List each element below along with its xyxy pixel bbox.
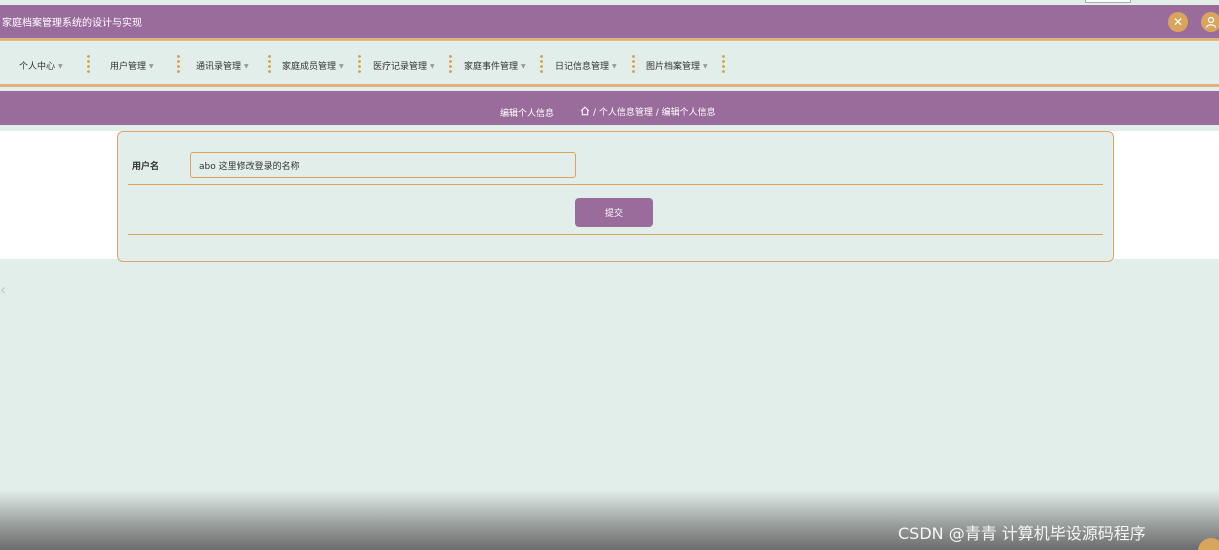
nav-item-photo-archive[interactable]: 图片档案管理 ▼: [646, 59, 708, 72]
nav-item-medical-records[interactable]: 医疗记录管理 ▼: [373, 59, 435, 72]
chevron-down-icon: ▼: [149, 63, 154, 70]
chevron-down-icon: ▼: [703, 63, 708, 70]
nav-separator: [722, 54, 725, 74]
nav-separator: [449, 54, 452, 74]
breadcrumb-bar: 编辑个人信息 / 个人信息管理 / 编辑个人信息: [0, 91, 1219, 125]
user-icon[interactable]: [1201, 12, 1219, 32]
main-nav: 个人中心 ▼ 用户管理 ▼ 通讯录管理 ▼ 家庭成员管理 ▼ 医疗记录管理 ▼ 家庭事件管…: [0, 40, 1219, 87]
nav-separator: [177, 54, 180, 74]
breadcrumb-path[interactable]: / 个人信息管理 / 编辑个人信息: [593, 108, 716, 118]
username-input[interactable]: [190, 152, 576, 178]
chevron-down-icon: ▼: [58, 63, 63, 70]
chevron-down-icon: ▼: [521, 63, 526, 70]
chevron-down-icon: ▼: [339, 63, 344, 70]
top-header-bar: 家庭档案管理系统的设计与实现 ✕: [0, 5, 1219, 38]
chevron-down-icon: ▼: [430, 63, 435, 70]
nav-item-family-members[interactable]: 家庭成员管理 ▼: [282, 59, 344, 72]
nav-separator: [632, 54, 635, 74]
nav-item-diary[interactable]: 日记信息管理 ▼: [555, 59, 617, 72]
chevron-left-icon[interactable]: ‹: [0, 280, 6, 299]
breadcrumb: / 个人信息管理 / 编辑个人信息: [580, 105, 716, 118]
nav-item-user-management[interactable]: 用户管理 ▼: [110, 59, 154, 72]
chevron-down-icon: ▼: [612, 63, 617, 70]
app-title: 家庭档案管理系统的设计与实现: [2, 18, 142, 29]
home-icon[interactable]: [580, 106, 590, 116]
nav-separator: [358, 54, 361, 74]
watermark-text: CSDN @青青 计算机毕设源码程序: [898, 524, 1146, 543]
window-corner-box: [1085, 0, 1131, 3]
nav-item-personal-center[interactable]: 个人中心 ▼: [19, 59, 63, 72]
submit-button[interactable]: 提交: [575, 198, 653, 227]
username-label: 用户名: [132, 162, 160, 172]
form-divider: [128, 184, 1103, 185]
edit-profile-form: 用户名 提交: [117, 131, 1114, 262]
nav-separator: [268, 54, 271, 74]
nav-item-contacts-management[interactable]: 通讯录管理 ▼: [196, 59, 249, 72]
nav-separator: [540, 54, 543, 74]
expand-icon[interactable]: ✕: [1168, 12, 1188, 32]
form-divider: [128, 234, 1103, 235]
chevron-down-icon: ▼: [244, 63, 249, 70]
nav-item-family-events[interactable]: 家庭事件管理 ▼: [464, 59, 526, 72]
nav-separator: [87, 54, 90, 74]
page-title: 编辑个人信息: [500, 109, 555, 119]
